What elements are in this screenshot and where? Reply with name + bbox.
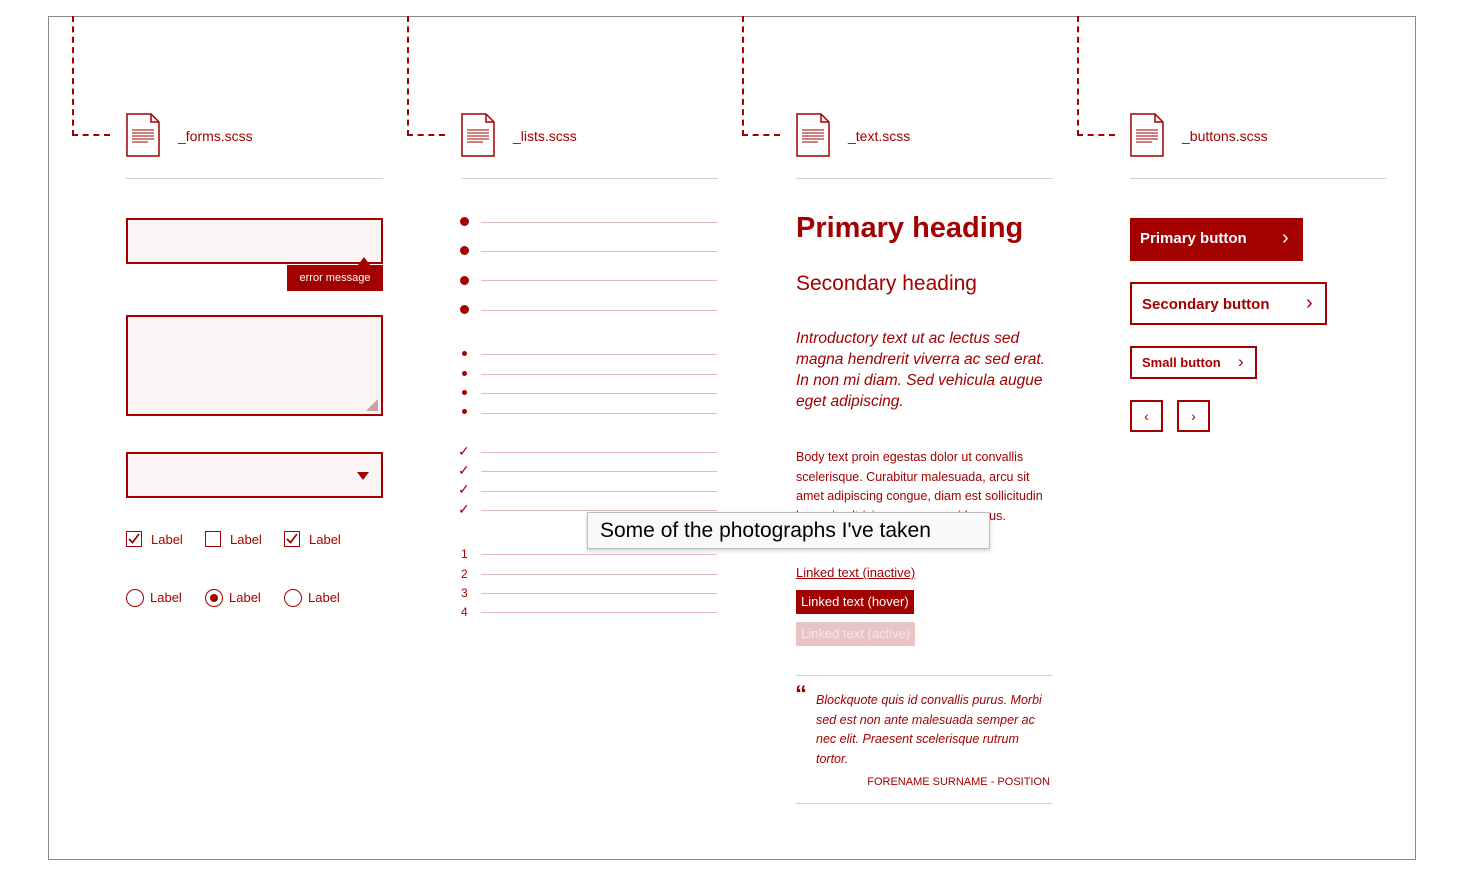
chevron-right-icon: › [1282,227,1289,249]
list-number: 2 [461,567,468,581]
file-icon [126,113,160,157]
bullet-icon [460,276,469,285]
lists-file-name: _lists.scss [513,128,577,144]
link-inactive[interactable]: Linked text (inactive) [796,565,915,580]
list-number: 1 [461,547,468,561]
checkbox-label: Label [151,532,183,547]
secondary-heading: Secondary heading [796,272,977,295]
secondary-button[interactable]: Secondary button › [1130,282,1327,325]
list-item [481,222,717,223]
radio-1[interactable] [126,589,144,607]
quote-bottom-rule [796,803,1052,804]
list-item [481,574,717,575]
forms-file-name: _forms.scss [178,128,253,144]
intro-text: Introductory text ut ac lectus sed magna… [796,330,1045,410]
text-rule [796,178,1053,179]
link-hover[interactable]: Linked text (hover) [796,590,914,614]
bullet-icon [462,409,467,414]
list-item [481,510,717,511]
checkbox-1[interactable] [126,531,142,547]
lists-rule [461,178,718,179]
next-button[interactable]: › [1177,400,1210,432]
radio-label: Label [229,590,261,605]
radio-dot [209,593,218,602]
list-item [481,374,717,375]
prev-button[interactable]: ‹ [1130,400,1163,432]
textarea-field[interactable] [126,315,383,416]
small-button-label: Small button [1142,355,1221,370]
radio-2[interactable] [205,589,223,607]
error-caret [358,257,370,265]
radio-label: Label [308,590,340,605]
list-item [481,413,717,414]
quote-mark-icon: “ [795,681,807,708]
list-item [481,452,717,453]
list-item [481,280,717,281]
list-item [481,491,717,492]
bullet-icon [462,390,467,395]
list-item [481,612,717,613]
link-active[interactable]: Linked text (active) [796,622,916,646]
radio-label: Label [150,590,182,605]
check-icon: ✓ [458,443,470,459]
check-icon: ✓ [458,501,470,517]
chevron-right-icon: › [1306,292,1313,314]
resize-grip-icon[interactable] [366,399,378,411]
secondary-button-label: Secondary button [1142,296,1270,313]
buttons-file-name: _buttons.scss [1182,128,1268,144]
list-item [481,593,717,594]
checkmark-icon [286,533,298,544]
check-icon: ✓ [458,481,470,497]
tooltip: Some of the photographs I've taken [587,512,990,549]
quote-top-rule [796,675,1052,676]
bullet-icon [460,246,469,255]
buttons-rule [1130,178,1387,179]
list-item [481,354,717,355]
forms-connector [72,16,110,136]
list-number: 3 [461,586,468,600]
text-connector [742,16,780,136]
check-icon: ✓ [458,462,470,478]
checkbox-2[interactable] [205,531,221,547]
select-field[interactable] [126,452,383,498]
list-item [481,310,717,311]
list-number: 4 [461,605,468,619]
caret-down-icon [357,472,369,480]
lists-connector [407,16,445,136]
file-icon [461,113,495,157]
chevron-right-icon: › [1238,352,1244,371]
list-item [481,554,717,555]
forms-rule [126,178,383,179]
checkbox-3[interactable] [284,531,300,547]
checkbox-label: Label [230,532,262,547]
list-item [481,251,717,252]
primary-heading: Primary heading [796,212,1024,244]
list-item [481,393,717,394]
error-message: error message [287,265,383,291]
buttons-connector [1077,16,1115,136]
primary-button-label: Primary button [1140,230,1247,247]
bullet-icon [462,371,467,376]
radio-3[interactable] [284,589,302,607]
text-file-name: _text.scss [848,128,911,144]
bullet-icon [460,217,469,226]
checkmark-icon [128,533,140,544]
file-icon [1130,113,1164,157]
list-item [481,471,717,472]
bullet-icon [462,351,467,356]
error-text-input[interactable] [126,218,383,264]
small-button[interactable]: Small button › [1130,346,1257,379]
checkbox-label: Label [309,532,341,547]
bullet-icon [460,305,469,314]
file-icon [796,113,830,157]
primary-button[interactable]: Primary button › [1130,218,1303,261]
quote-citation: FORENAME SURNAME - POSITION [867,776,1050,788]
blockquote: Blockquote quis id convallis purus. Morb… [816,693,1042,766]
